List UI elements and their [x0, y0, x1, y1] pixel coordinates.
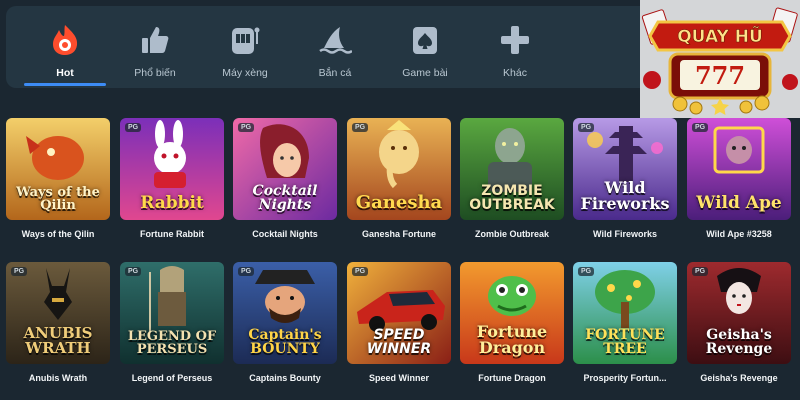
provider-badge: PG	[578, 123, 595, 132]
provider-badge: PG	[238, 267, 255, 276]
tab-popular[interactable]: Phổ biến	[110, 6, 200, 88]
game-thumbnail: PG Ganesha	[347, 118, 451, 220]
tab-fishing[interactable]: Bắn cá	[290, 6, 380, 88]
game-title-art: FORTUNE TREE	[585, 327, 665, 357]
game-name: Fortune Dragon	[478, 373, 546, 383]
game-title-art: Captain's BOUNTY	[248, 327, 322, 357]
game-thumbnail: ZOMBIE OUTBREAK	[460, 118, 564, 220]
flame-icon	[48, 23, 82, 57]
game-title-art: LEGEND OF PERSEUS	[127, 329, 217, 357]
shark-fin-icon	[318, 23, 352, 57]
tab-label: Phổ biến	[134, 67, 176, 79]
game-card[interactable]: PG Geisha's Revenge Geisha's Revenge	[687, 262, 791, 383]
game-title-art: Geisha's Revenge	[705, 327, 773, 357]
game-card[interactable]: PG ANUBIS WRATH Anubis Wrath	[6, 262, 110, 383]
game-thumbnail: PG SPEED WINNER	[347, 262, 451, 364]
provider-badge: PG	[352, 267, 369, 276]
provider-badge: PG	[238, 123, 255, 132]
logo-digits: 777	[695, 61, 745, 90]
game-thumbnail: PG ANUBIS WRATH	[6, 262, 110, 364]
provider-badge: PG	[11, 267, 28, 276]
game-thumbnail: PG Geisha's Revenge	[687, 262, 791, 364]
game-title-art: Wild Fireworks	[580, 178, 670, 213]
game-name: Cocktail Nights	[252, 229, 318, 239]
game-name: Prosperity Fortun...	[583, 373, 667, 383]
game-name: Fortune Rabbit	[140, 229, 204, 239]
game-card[interactable]: PG Wild Fireworks Wild Fireworks	[573, 118, 677, 239]
plus-icon	[498, 23, 532, 57]
game-name: Wild Ape #3258	[706, 229, 772, 239]
game-name: Wild Fireworks	[593, 229, 657, 239]
game-name: Captains Bounty	[249, 373, 321, 383]
logo-text: QUAY HŨ	[677, 24, 763, 47]
game-card[interactable]: Ways of the Qilin Ways of the Qilin	[6, 118, 110, 239]
tab-label: Khác	[503, 67, 527, 79]
game-card[interactable]: PG Rabbit Fortune Rabbit	[120, 118, 224, 239]
game-card[interactable]: PG Captain's BOUNTY Captains Bounty	[233, 262, 337, 383]
game-thumbnail: PG LEGEND OF PERSEUS	[120, 262, 224, 364]
game-thumbnail: PG Captain's BOUNTY	[233, 262, 337, 364]
site-logo[interactable]: QUAY HŨ 777	[640, 0, 800, 118]
tab-other[interactable]: Khác	[470, 6, 560, 88]
game-title-art: Rabbit	[140, 193, 204, 213]
game-card[interactable]: PG Wild Ape Wild Ape #3258	[687, 118, 791, 239]
game-name: Ganesha Fortune	[361, 229, 436, 239]
game-thumbnail: PG Wild Ape	[687, 118, 791, 220]
playing-card-icon	[408, 23, 442, 57]
tab-hot[interactable]: Hot	[20, 6, 110, 88]
slot-machine-icon	[228, 23, 262, 57]
game-name: Anubis Wrath	[28, 373, 88, 383]
thumbs-up-icon	[138, 23, 172, 57]
game-row: Ways of the Qilin Ways of the Qilin PG R…	[0, 118, 800, 248]
provider-badge: PG	[692, 267, 709, 276]
game-name: Geisha's Revenge	[700, 373, 778, 383]
game-card[interactable]: PG Ganesha Ganesha Fortune	[347, 118, 451, 239]
game-name: Ways of the Qilin	[21, 229, 95, 239]
game-card[interactable]: ZOMBIE OUTBREAK Zombie Outbreak	[460, 118, 564, 239]
tab-label: Bắn cá	[318, 67, 352, 79]
game-card[interactable]: PG LEGEND OF PERSEUS Legend of Perseus	[120, 262, 224, 383]
game-title-art: Cocktail Nights	[252, 183, 318, 213]
game-name: Zombie Outbreak	[474, 229, 549, 239]
game-title-art: Ganesha	[355, 192, 443, 213]
game-title-art: Fortune Dragon	[476, 322, 548, 357]
game-title-art: ANUBIS WRATH	[23, 324, 93, 357]
game-title-art: Wild Ape	[696, 193, 782, 213]
game-thumbnail: PG Wild Fireworks	[573, 118, 677, 220]
game-card[interactable]: Fortune Dragon Fortune Dragon	[460, 262, 564, 383]
game-title-art: Ways of the Qilin	[16, 185, 100, 213]
game-thumbnail: PG Rabbit	[120, 118, 224, 220]
provider-badge: PG	[352, 123, 369, 132]
game-thumbnail: PG Cocktail Nights	[233, 118, 337, 220]
game-card[interactable]: PG FORTUNE TREE Prosperity Fortun...	[573, 262, 677, 383]
game-title-art: SPEED WINNER	[366, 327, 432, 357]
game-card[interactable]: PG SPEED WINNER Speed Winner	[347, 262, 451, 383]
tab-slots[interactable]: Máy xèng	[200, 6, 290, 88]
game-title-art: ZOMBIE OUTBREAK	[469, 183, 555, 213]
game-name: Speed Winner	[369, 373, 429, 383]
game-name: Legend of Perseus	[131, 373, 213, 383]
tab-label: Game bài	[402, 67, 448, 79]
game-thumbnail: Fortune Dragon	[460, 262, 564, 364]
provider-badge: PG	[125, 123, 142, 132]
game-card[interactable]: PG Cocktail Nights Cocktail Nights	[233, 118, 337, 239]
tab-label: Hot	[56, 67, 74, 79]
tab-cards[interactable]: Game bài	[380, 6, 470, 88]
tab-label: Máy xèng	[222, 67, 268, 79]
provider-badge: PG	[578, 267, 595, 276]
game-row: PG ANUBIS WRATH Anubis Wrath PG LEGEND O…	[0, 262, 800, 392]
provider-badge: PG	[125, 267, 142, 276]
game-thumbnail: PG FORTUNE TREE	[573, 262, 677, 364]
game-thumbnail: Ways of the Qilin	[6, 118, 110, 220]
provider-badge: PG	[692, 123, 709, 132]
